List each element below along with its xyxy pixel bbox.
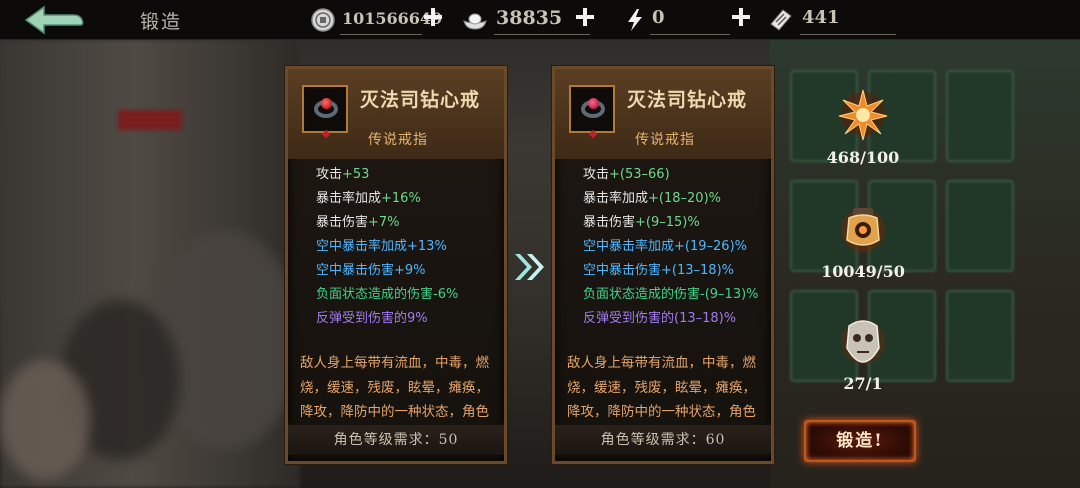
stat-row: 反弹受到伤害的(13–18)%: [583, 311, 737, 326]
item-header: 灭法司钻心戒 传说戒指: [288, 69, 504, 159]
double-chevron-right-icon: [515, 254, 544, 280]
forged-item-panel: 灭法司钻心戒 传说戒指 攻击+(53–66) 暴击率加成+(18–20)% 暴击…: [552, 66, 774, 464]
stat-row: 暴击伤害+7%: [316, 215, 400, 230]
material-count: 27/1: [843, 374, 883, 393]
silver-value: 38835: [496, 7, 563, 29]
ring-item-icon[interactable]: [569, 85, 615, 139]
stat-row: 反弹受到伤害的9%: [316, 311, 428, 326]
stat-list: 攻击+53 暴击率加成+16% 暴击伤害+7% 空中暴击率加成+13% 空中暴击…: [316, 163, 458, 331]
background-tile: [946, 180, 1014, 272]
back-button[interactable]: [22, 5, 86, 35]
background-figure: [0, 360, 90, 480]
resource-underline: [800, 34, 896, 35]
stat-row: 暴击率加成+16%: [316, 191, 421, 206]
stat-row: 空中暴击伤害+9%: [316, 263, 426, 278]
stat-row: 暴击伤害+(9–15)%: [583, 215, 700, 230]
item-type: 传说戒指: [635, 132, 695, 148]
stat-row: 攻击+53: [316, 167, 370, 182]
material-slot[interactable]: 10049/50: [810, 200, 920, 300]
resource-underline: [494, 34, 590, 35]
add-coin-button[interactable]: [422, 6, 444, 28]
add-silver-button[interactable]: [574, 6, 596, 28]
add-energy-button[interactable]: [730, 6, 752, 28]
energy-value: 0: [652, 7, 665, 28]
top-bar: 锻造 101566649 38835 0 441: [0, 0, 1080, 40]
level-requirement: 角色等级需求：60: [555, 425, 771, 455]
resource-energy: 0: [622, 3, 732, 37]
stat-row: 空中暴击率加成+(19–26)%: [583, 239, 747, 254]
resource-ticket: 441: [768, 3, 898, 37]
coin-icon: [311, 8, 335, 32]
resource-underline: [340, 34, 422, 35]
resource-silver: 38835: [460, 3, 590, 37]
stat-list: 攻击+(53–66) 暴击率加成+(18–20)% 暴击伤害+(9–15)% 空…: [583, 163, 759, 331]
item-name: 灭法司钻心戒: [360, 89, 481, 111]
forge-button[interactable]: 锻造!: [804, 420, 916, 462]
material-count: 468/100: [826, 148, 900, 167]
lantern-core-icon: [841, 208, 885, 252]
stat-row: 暴击率加成+(18–20)%: [583, 191, 721, 206]
background-tile: [946, 290, 1014, 382]
current-item-panel: 灭法司钻心戒 传说戒指 攻击+53 暴击率加成+16% 暴击伤害+7% 空中暴击…: [285, 66, 507, 464]
background-tile: [946, 70, 1014, 162]
beast-skull-icon: [841, 320, 885, 364]
resource-underline: [650, 34, 730, 35]
stat-row: 负面状态造成的伤害-(9–13)%: [583, 287, 759, 302]
lightning-icon: [628, 9, 642, 31]
item-name: 灭法司钻心戒: [627, 89, 748, 111]
ring-item-icon[interactable]: [302, 85, 348, 139]
back-arrow-icon: [24, 5, 84, 35]
ticket-value: 441: [802, 7, 840, 28]
background-sign: [118, 110, 182, 130]
material-count: 10049/50: [821, 262, 905, 281]
item-header: 灭法司钻心戒 传说戒指: [555, 69, 771, 159]
page-title: 锻造: [140, 11, 183, 33]
silver-ingot-icon: [463, 13, 487, 30]
item-type: 传说戒指: [368, 132, 428, 148]
stat-row: 空中暴击伤害+(13–18)%: [583, 263, 734, 278]
level-requirement: 角色等级需求：50: [288, 425, 504, 455]
flame-crystal-icon: [838, 89, 888, 141]
ticket-icon: [770, 9, 792, 31]
item-description[interactable]: 敌人身上每带有流血，中毒，燃烧，缓速，残废，眩晕，瘫痪，降攻，降防中的一种状态，…: [300, 351, 496, 427]
resource-coin: 101566649: [310, 3, 442, 37]
stat-row: 负面状态造成的伤害-6%: [316, 287, 459, 302]
item-description[interactable]: 敌人身上每带有流血，中毒，燃烧，缓速，残废，眩晕，瘫痪，降攻，降防中的一种状态，…: [567, 351, 763, 427]
material-slot[interactable]: 468/100: [810, 86, 920, 186]
material-slot[interactable]: 27/1: [810, 312, 920, 412]
stat-row: 攻击+(53–66): [583, 167, 670, 182]
stat-row: 空中暴击率加成+13%: [316, 239, 447, 254]
